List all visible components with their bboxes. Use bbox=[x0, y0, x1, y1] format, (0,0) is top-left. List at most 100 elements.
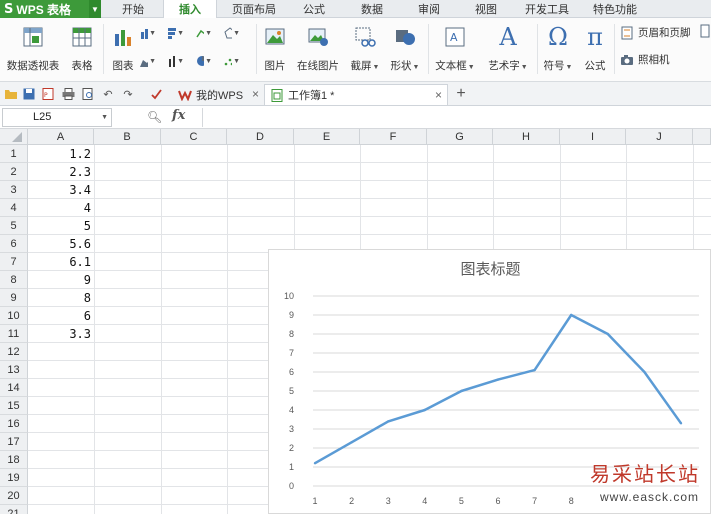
row-header-1[interactable]: 1 bbox=[0, 145, 28, 163]
doc-tab-workbook[interactable]: 工作簿1 * × bbox=[264, 84, 448, 105]
row-header-15[interactable]: 15 bbox=[0, 397, 28, 415]
textbox-button[interactable]: A 文本框▼ bbox=[432, 24, 478, 73]
tab-insert[interactable]: 插入 bbox=[163, 0, 217, 18]
column-header-B[interactable]: B bbox=[94, 129, 161, 145]
header-footer-button[interactable]: 页眉和页脚 bbox=[620, 25, 691, 40]
cell-A4[interactable]: 4 bbox=[29, 199, 93, 217]
column-header-I[interactable]: I bbox=[560, 129, 626, 145]
doc-tab-my-wps[interactable]: 我的WPS × bbox=[172, 84, 264, 105]
row-header-20[interactable]: 20 bbox=[0, 487, 28, 505]
grid-line bbox=[28, 162, 711, 163]
symbol-button[interactable]: Ω 符号▼ bbox=[540, 23, 576, 73]
data-point bbox=[460, 389, 463, 393]
cell-A3[interactable]: 3.4 bbox=[29, 181, 93, 199]
wordart-button[interactable]: A 艺术字▼ bbox=[484, 23, 532, 73]
radar-chart-icon[interactable]: ▼ bbox=[224, 26, 240, 40]
bar-chart-h-icon[interactable]: ▼ bbox=[168, 26, 184, 40]
export-pdf-icon[interactable]: P bbox=[40, 86, 56, 102]
scatter-chart-icon[interactable]: ▼ bbox=[224, 54, 240, 68]
row-header-3[interactable]: 3 bbox=[0, 181, 28, 199]
column-header-C[interactable]: C bbox=[161, 129, 227, 145]
picture-button[interactable]: 图片 bbox=[260, 24, 290, 73]
pie-chart-icon[interactable]: ▼ bbox=[196, 54, 212, 68]
column-header-A[interactable]: A bbox=[28, 129, 94, 145]
cell-A10[interactable]: 6 bbox=[29, 307, 93, 325]
column-header-H[interactable]: H bbox=[493, 129, 560, 145]
tab-home[interactable]: 开始 bbox=[108, 0, 158, 18]
column-header-J[interactable]: J bbox=[626, 129, 693, 145]
column-chart-icon[interactable]: ▼ bbox=[140, 26, 156, 40]
chevron-down-icon[interactable]: ▼ bbox=[101, 109, 108, 126]
row-header-12[interactable]: 12 bbox=[0, 343, 28, 361]
row-header-18[interactable]: 18 bbox=[0, 451, 28, 469]
chart-button[interactable]: 图表 bbox=[108, 24, 138, 73]
print-icon[interactable] bbox=[60, 86, 76, 102]
row-header-8[interactable]: 8 bbox=[0, 271, 28, 289]
tab-view[interactable]: 视图 bbox=[462, 0, 510, 18]
select-all-corner[interactable] bbox=[0, 129, 28, 145]
formula-input[interactable] bbox=[202, 108, 711, 127]
search-zoom-icon[interactable]: 🔍︎ bbox=[147, 110, 162, 124]
tab-data[interactable]: 数据 bbox=[348, 0, 396, 18]
row-header-13[interactable]: 13 bbox=[0, 361, 28, 379]
stock-chart-icon[interactable]: ▼ bbox=[168, 54, 184, 68]
cell-A5[interactable]: 5 bbox=[29, 217, 93, 235]
row-header-7[interactable]: 7 bbox=[0, 253, 28, 271]
row-header-19[interactable]: 19 bbox=[0, 469, 28, 487]
cell-A7[interactable]: 6.1 bbox=[29, 253, 93, 271]
close-icon[interactable]: × bbox=[252, 87, 259, 101]
tab-formulas[interactable]: 公式 bbox=[290, 0, 338, 18]
cell-A6[interactable]: 5.6 bbox=[29, 235, 93, 253]
pivot-table-button[interactable]: 数据透视表 bbox=[4, 24, 62, 73]
area-chart-icon[interactable]: ▼ bbox=[140, 54, 156, 68]
tab-developer[interactable]: 开发工具 bbox=[518, 0, 576, 18]
row-header-2[interactable]: 2 bbox=[0, 163, 28, 181]
row-header-9[interactable]: 9 bbox=[0, 289, 28, 307]
column-header-F[interactable]: F bbox=[360, 129, 427, 145]
bar-chart-icon bbox=[110, 24, 136, 50]
line-chart-icon[interactable]: ▼ bbox=[196, 26, 212, 40]
shape-button[interactable]: 形状▼ bbox=[386, 24, 424, 73]
row-header-14[interactable]: 14 bbox=[0, 379, 28, 397]
screenshot-button[interactable]: 截屏▼ bbox=[346, 24, 384, 73]
cell-A9[interactable]: 8 bbox=[29, 289, 93, 307]
redo-icon[interactable]: ↷ bbox=[120, 86, 136, 102]
data-point bbox=[423, 408, 426, 412]
tab-page-layout[interactable]: 页面布局 bbox=[224, 0, 284, 18]
column-header-E[interactable]: E bbox=[294, 129, 360, 145]
save-icon[interactable] bbox=[21, 86, 37, 102]
series-line bbox=[314, 313, 683, 465]
customize-toolbar-icon[interactable] bbox=[148, 86, 164, 102]
formula-button[interactable]: π 公式 bbox=[580, 23, 610, 73]
cell-A8[interactable]: 9 bbox=[29, 271, 93, 289]
undo-icon[interactable]: ↶ bbox=[100, 86, 116, 102]
folder-open-icon[interactable] bbox=[3, 86, 19, 102]
chevron-down-icon[interactable]: ▼ bbox=[89, 0, 101, 18]
camera-button[interactable]: 照相机 bbox=[620, 52, 670, 67]
column-header-G[interactable]: G bbox=[427, 129, 493, 145]
close-icon[interactable]: × bbox=[435, 88, 442, 102]
row-header-11[interactable]: 11 bbox=[0, 325, 28, 343]
table-button[interactable]: 表格 bbox=[66, 24, 98, 73]
cell-A11[interactable]: 3.3 bbox=[29, 325, 93, 343]
app-menu-button[interactable]: S WPS 表格 ▼ bbox=[0, 0, 101, 18]
row-header-10[interactable]: 10 bbox=[0, 307, 28, 325]
cell-A2[interactable]: 2.3 bbox=[29, 163, 93, 181]
new-tab-plus-icon[interactable]: + bbox=[453, 85, 469, 102]
tab-review[interactable]: 审阅 bbox=[405, 0, 453, 18]
fx-icon[interactable]: fx bbox=[172, 108, 185, 123]
row-header-17[interactable]: 17 bbox=[0, 433, 28, 451]
column-header-K[interactable] bbox=[693, 129, 711, 145]
row-header-4[interactable]: 4 bbox=[0, 199, 28, 217]
online-picture-button[interactable]: 在线图片 bbox=[292, 24, 344, 73]
cell-A1[interactable]: 1.2 bbox=[29, 145, 93, 163]
tab-special[interactable]: 特色功能 bbox=[584, 0, 646, 18]
row-header-21[interactable]: 21 bbox=[0, 505, 28, 514]
column-header-D[interactable]: D bbox=[227, 129, 294, 145]
more-icon[interactable] bbox=[700, 24, 711, 38]
print-preview-icon[interactable] bbox=[80, 86, 96, 102]
row-header-16[interactable]: 16 bbox=[0, 415, 28, 433]
row-header-6[interactable]: 6 bbox=[0, 235, 28, 253]
row-header-5[interactable]: 5 bbox=[0, 217, 28, 235]
name-box[interactable]: L25 ▼ bbox=[2, 108, 112, 127]
